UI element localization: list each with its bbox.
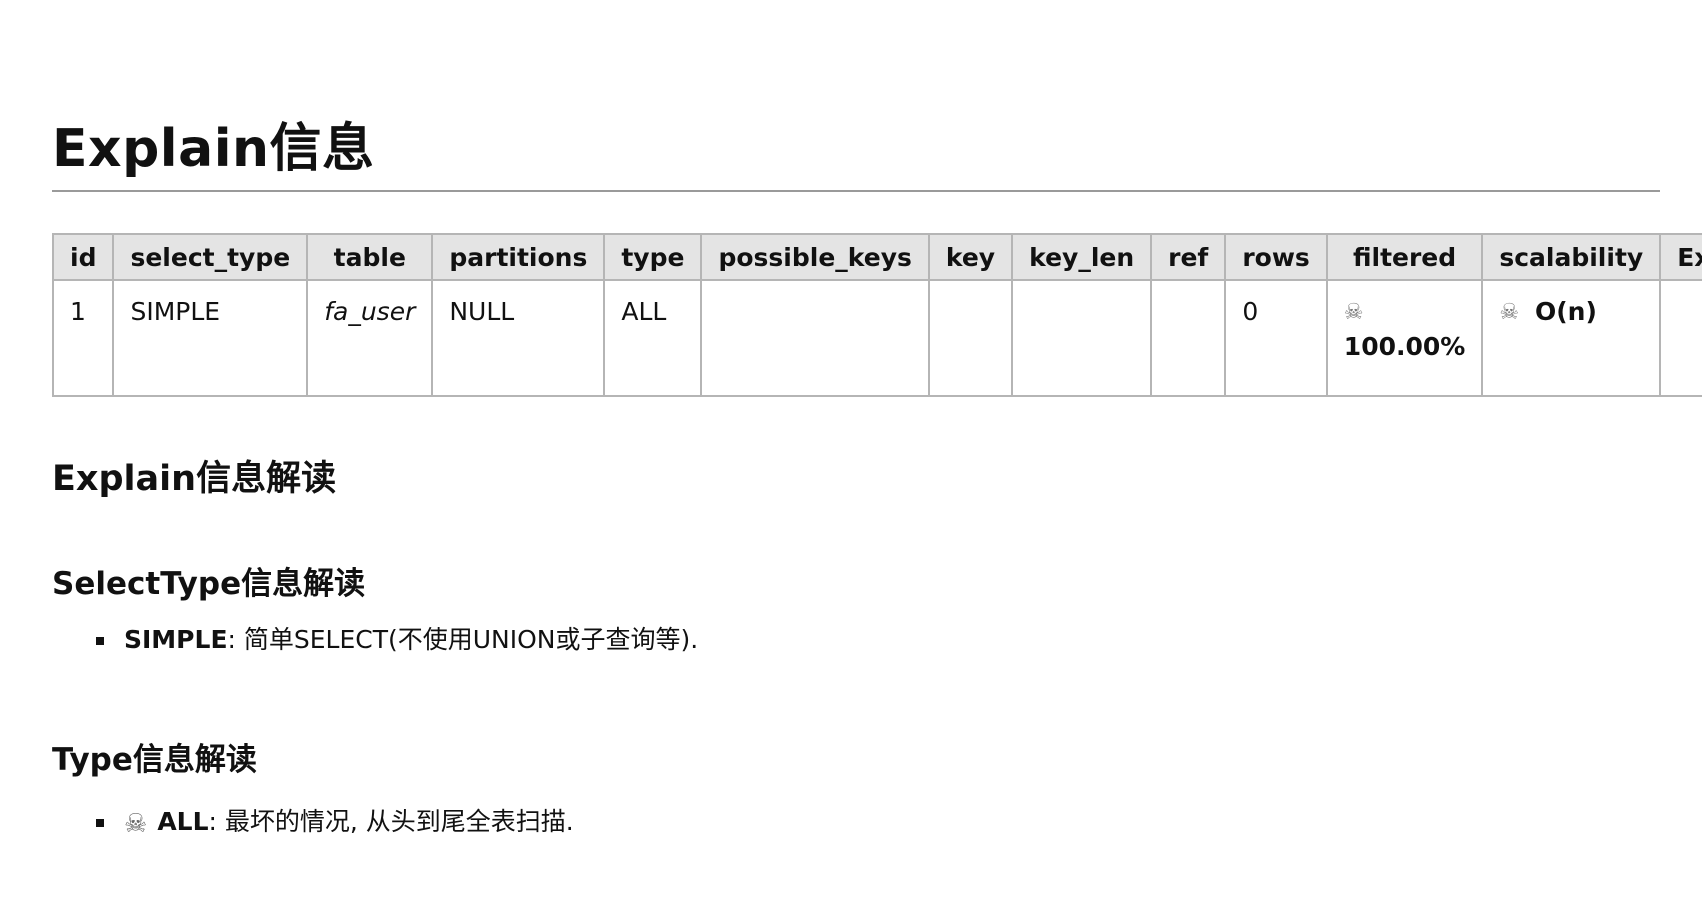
list-item-description: : 最坏的情况, 从头到尾全表扫描. bbox=[208, 807, 574, 836]
cell-filtered: ☠ 100.00% bbox=[1325, 279, 1484, 397]
cell-partitions: NULL bbox=[431, 279, 606, 397]
type-list: ☠ ALL: 最坏的情况, 从头到尾全表扫描. bbox=[52, 804, 574, 842]
title-divider bbox=[52, 190, 1660, 192]
col-header-partitions: partitions bbox=[431, 233, 606, 281]
col-header-filtered: filtered bbox=[1325, 233, 1484, 281]
section-heading-select-type: SelectType信息解读 bbox=[52, 566, 366, 602]
cell-extra bbox=[1659, 279, 1702, 397]
square-bullet-icon bbox=[96, 819, 104, 827]
section-heading-type: Type信息解读 bbox=[52, 742, 257, 778]
list-item-description: : 简单SELECT(不使用UNION或子查询等). bbox=[227, 625, 699, 654]
table-header-row: id select_type table partitions type pos… bbox=[51, 233, 1702, 281]
col-header-ref: ref bbox=[1150, 233, 1227, 281]
cell-rows: 0 bbox=[1224, 279, 1328, 397]
skull-crossbones-icon: ☠ bbox=[1499, 300, 1520, 325]
list-item: SIMPLE: 简单SELECT(不使用UNION或子查询等). bbox=[52, 622, 698, 658]
col-header-type: type bbox=[603, 233, 703, 281]
skull-crossbones-icon: ☠ bbox=[1343, 300, 1364, 325]
col-header-id: id bbox=[51, 233, 115, 281]
skull-crossbones-icon: ☠ bbox=[124, 809, 148, 839]
section-heading-explain-interpretation: Explain信息解读 bbox=[52, 459, 337, 499]
select-type-list: SIMPLE: 简单SELECT(不使用UNION或子查询等). bbox=[52, 622, 698, 658]
col-header-select-type: select_type bbox=[112, 233, 309, 281]
cell-ref bbox=[1150, 279, 1227, 397]
cell-scalability: ☠ O(n) bbox=[1481, 279, 1662, 397]
col-header-table: table bbox=[306, 233, 434, 281]
filtered-value: 100.00% bbox=[1343, 332, 1466, 361]
cell-key-len bbox=[1011, 279, 1153, 397]
col-header-key-len: key_len bbox=[1011, 233, 1153, 281]
cell-key bbox=[927, 279, 1014, 397]
col-header-extra: Extra bbox=[1659, 233, 1702, 281]
page-title: Explain信息 bbox=[52, 119, 375, 179]
list-item-term: ALL bbox=[157, 807, 209, 836]
col-header-possible-keys: possible_keys bbox=[700, 233, 930, 281]
table-row: 1 SIMPLE fa_user NULL ALL 0 ☠ 100.00% ☠ … bbox=[51, 279, 1702, 397]
scalability-value: O(n) bbox=[1534, 297, 1597, 326]
cell-possible-keys bbox=[700, 279, 930, 397]
col-header-key: key bbox=[927, 233, 1014, 281]
explain-table: id select_type table partitions type pos… bbox=[51, 233, 1702, 397]
list-item-term: SIMPLE bbox=[124, 625, 228, 654]
cell-id: 1 bbox=[51, 279, 115, 397]
cell-select-type: SIMPLE bbox=[112, 279, 309, 397]
cell-type: ALL bbox=[603, 279, 703, 397]
cell-table: fa_user bbox=[306, 279, 434, 397]
col-header-scalability: scalability bbox=[1481, 233, 1662, 281]
square-bullet-icon bbox=[96, 637, 104, 645]
col-header-rows: rows bbox=[1224, 233, 1328, 281]
list-item: ☠ ALL: 最坏的情况, 从头到尾全表扫描. bbox=[52, 804, 574, 842]
